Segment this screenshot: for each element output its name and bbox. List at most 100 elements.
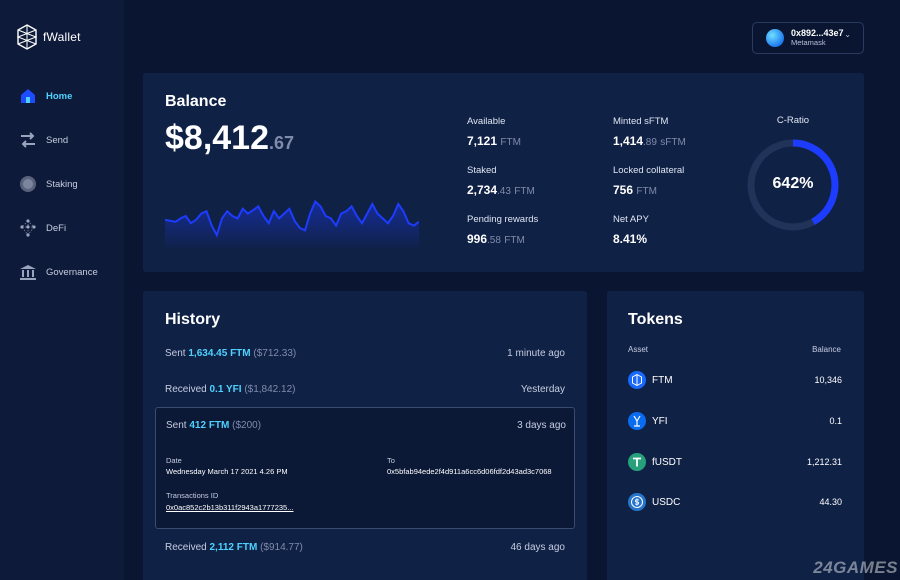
token-name: FTM <box>652 374 673 386</box>
stat-label: Staked <box>467 165 497 176</box>
token-row[interactable]: YFI 0.1 <box>628 412 842 430</box>
history-usd: ($1,842.12) <box>244 384 296 395</box>
stat-staked: Staked 2,734.43 FTM <box>467 165 535 197</box>
stat-decimal: .89 <box>643 137 657 148</box>
wallet-provider: Metamask <box>791 37 826 47</box>
stat-label: Minted sFTM <box>613 116 669 127</box>
balance-amount-main: $8,412 <box>165 119 269 157</box>
stat-value: 1,414 <box>613 134 644 148</box>
history-row[interactable]: Received 2,112 FTM ($914.77) 46 days ago <box>165 542 565 553</box>
stat-net-apy: Net APY 8.41% <box>613 214 649 246</box>
balance-title: Balance <box>165 93 227 110</box>
fantom-logo-icon <box>17 24 37 50</box>
history-action: Sent <box>166 420 187 431</box>
transaction-id-link[interactable]: 0x0ac852c2b13b311f2943a1777235... <box>166 503 293 512</box>
app-name: fWallet <box>43 30 81 44</box>
detail-tx-label: Transactions ID <box>166 491 219 500</box>
history-usd: ($712.33) <box>253 348 297 359</box>
stat-unit: FTM <box>514 186 535 197</box>
history-usd: ($200) <box>232 420 262 431</box>
yfi-icon <box>628 412 646 430</box>
c-ratio-gauge: C-Ratio 642% <box>743 115 843 231</box>
token-balance: 10,346 <box>814 375 842 385</box>
token-row[interactable]: FTM 10,346 <box>628 371 842 389</box>
stat-available: Available 7,121 FTM <box>467 116 521 148</box>
history-amount: 0.1 YFI <box>209 384 242 395</box>
history-row-expanded[interactable]: Sent 412 FTM ($200) 3 days ago Date Wedn… <box>155 407 575 529</box>
stat-label: Available <box>467 116 506 127</box>
history-card: History Sent 1,634.45 FTM ($712.33) 1 mi… <box>143 291 587 580</box>
chevron-down-icon: ⌄ <box>844 30 851 39</box>
stat-minted-sftm: Minted sFTM 1,414.89 sFTM <box>613 116 686 148</box>
balance-amount-decimal: .67 <box>269 133 295 153</box>
tokens-col-asset: Asset <box>628 345 649 354</box>
history-time: 1 minute ago <box>507 348 565 359</box>
token-row[interactable]: USDC 44.30 <box>628 493 842 511</box>
tokens-title: Tokens <box>628 311 683 328</box>
stat-value: 996 <box>467 232 488 246</box>
history-action: Received <box>165 542 207 553</box>
sidebar-item-staking[interactable]: Staking <box>18 174 78 194</box>
history-row[interactable]: Sent 1,634.45 FTM ($712.33) 1 minute ago <box>165 348 565 359</box>
ftm-icon <box>628 371 646 389</box>
sidebar-item-defi[interactable]: DeFi <box>18 218 66 238</box>
stat-label: Net APY <box>613 214 649 225</box>
history-time: 46 days ago <box>510 542 566 553</box>
stat-unit: FTM <box>500 137 521 148</box>
defi-network-icon <box>18 218 38 238</box>
token-balance: 1,212.31 <box>806 457 842 467</box>
app-logo[interactable]: fWallet <box>17 24 81 50</box>
history-usd: ($914.77) <box>260 542 303 553</box>
stat-unit: FTM <box>504 235 525 246</box>
stat-label: Pending rewards <box>467 214 539 225</box>
sidebar-item-send[interactable]: Send <box>18 130 68 150</box>
c-ratio-value: 642% <box>772 175 814 192</box>
stat-value: 8.41% <box>613 232 648 246</box>
history-amount: 1,634.45 FTM <box>188 348 251 359</box>
history-title: History <box>165 311 221 328</box>
stat-decimal: .58 <box>487 235 501 246</box>
sidebar-item-governance[interactable]: Governance <box>18 262 98 282</box>
stat-value: 756 <box>613 183 634 197</box>
history-row[interactable]: Received 0.1 YFI ($1,842.12) Yesterday <box>165 384 565 395</box>
history-amount: 412 FTM <box>189 420 230 431</box>
detail-to-value: 0x5bfab94ede2f4d911a6cc6d06fdf2d43ad3c70… <box>387 467 552 476</box>
balance-card: Balance $8,412.67 Available 7,121 FTM St… <box>143 73 864 272</box>
history-time: Yesterday <box>520 384 565 395</box>
stat-unit: FTM <box>636 186 657 197</box>
sidebar-item-label: Home <box>46 90 73 102</box>
wallet-avatar <box>766 29 784 47</box>
stat-label: Locked collateral <box>613 165 685 176</box>
balance-amount: $8,412.67 <box>165 119 294 158</box>
history-action: Received <box>165 384 207 395</box>
history-amount: 2,112 FTM <box>209 542 258 553</box>
token-balance: 0.1 <box>829 416 842 426</box>
sidebar-item-label: DeFi <box>46 222 67 234</box>
sparkline-area <box>165 201 419 248</box>
tokens-card: Tokens Asset Balance FTM 10,346 YFI 0.1 … <box>607 291 864 580</box>
usdt-icon <box>628 453 646 471</box>
tokens-col-balance: Balance <box>812 345 841 354</box>
wallet-account-button[interactable]: 0x892...43e7 Metamask ⌄ <box>752 22 864 54</box>
sidebar-item-home[interactable]: Home <box>18 86 72 106</box>
sidebar-item-label: Send <box>46 134 69 146</box>
sidebar-item-label: Governance <box>46 266 98 278</box>
token-name: YFI <box>652 415 668 427</box>
stat-unit: sFTM <box>660 137 686 148</box>
history-time: 3 days ago <box>517 420 566 431</box>
token-row[interactable]: fUSDT 1,212.31 <box>628 453 842 471</box>
home-icon <box>18 86 38 106</box>
stat-value: 7,121 <box>467 134 498 148</box>
history-row[interactable]: Sent 412 FTM ($200) 3 days ago <box>166 420 566 431</box>
sidebar-item-label: Staking <box>46 178 78 190</box>
stat-decimal: .43 <box>497 186 511 197</box>
balance-sparkline <box>165 199 419 248</box>
token-name: fUSDT <box>652 456 682 468</box>
c-ratio-label: C-Ratio <box>776 115 810 126</box>
stat-pending-rewards: Pending rewards 996.58 FTM <box>467 214 538 246</box>
stat-locked-collateral: Locked collateral 756 FTM <box>613 165 684 197</box>
send-arrows-icon <box>18 130 38 150</box>
detail-to-label: To <box>387 456 395 465</box>
detail-date-value: Wednesday March 17 2021 4.26 PM <box>166 467 288 476</box>
sidebar: fWallet Home Send Staking DeFi Governanc… <box>0 0 124 580</box>
